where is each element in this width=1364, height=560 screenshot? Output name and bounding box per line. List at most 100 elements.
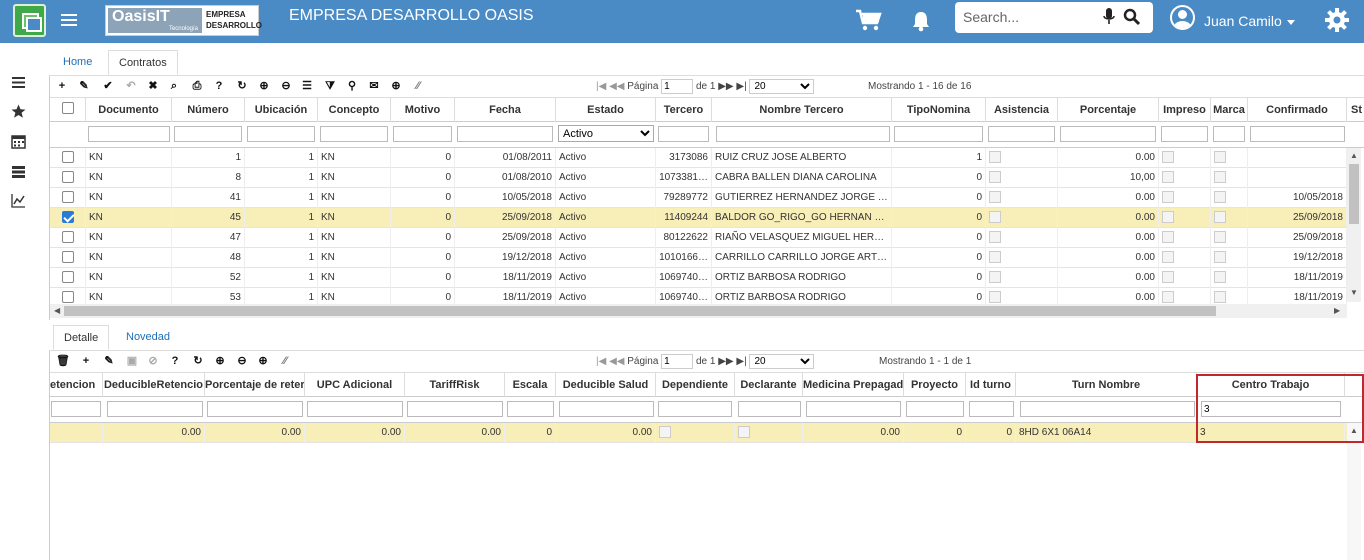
hscroll-thumb[interactable] — [64, 306, 1216, 316]
scroll-up-icon[interactable]: ▲ — [1350, 151, 1358, 160]
col-documento[interactable]: Documento — [86, 98, 172, 122]
filter-ubicacion[interactable] — [247, 126, 315, 142]
help-icon[interactable]: ? — [213, 80, 225, 92]
col-ubicacion[interactable]: Ubicación — [245, 98, 318, 122]
col-dependiente[interactable]: Dependiente — [656, 373, 735, 397]
edit-icon[interactable]: ✎ — [78, 80, 90, 92]
star-icon[interactable] — [11, 104, 26, 119]
col-numero[interactable]: Número — [172, 98, 245, 122]
row-checkbox[interactable] — [62, 231, 74, 243]
col-motivo[interactable]: Motivo — [391, 98, 455, 122]
col-tercero[interactable]: Tercero — [656, 98, 712, 122]
filter-dependiente[interactable] — [658, 401, 732, 417]
marca-checkbox[interactable] — [1214, 251, 1226, 263]
filter-icon[interactable]: ⧩ — [324, 80, 336, 92]
col-marca[interactable]: Marca — [1211, 98, 1248, 122]
add-circle-icon[interactable]: ⊕ — [257, 355, 269, 367]
asistencia-checkbox[interactable] — [989, 291, 1001, 303]
filter-tiponomina[interactable] — [894, 126, 983, 142]
detail-vertical-scrollbar[interactable]: ▲ — [1347, 423, 1361, 560]
zoom-in-icon[interactable]: ⊕ — [258, 80, 270, 92]
impreso-checkbox[interactable] — [1162, 191, 1174, 203]
impreso-checkbox[interactable] — [1162, 171, 1174, 183]
microphone-icon[interactable] — [1103, 8, 1115, 26]
select-all-checkbox[interactable] — [62, 102, 74, 114]
filter-documento[interactable] — [88, 126, 170, 142]
add-circle-icon[interactable]: ⊕ — [390, 80, 402, 92]
filter-medicina-prepagada[interactable] — [806, 401, 901, 417]
check-icon[interactable]: ✔ — [102, 80, 114, 92]
scroll-down-icon[interactable]: ▼ — [1350, 288, 1358, 297]
col-proyecto[interactable]: Proyecto — [904, 373, 966, 397]
server-icon[interactable] — [11, 164, 26, 179]
col-estado[interactable]: Estado — [556, 98, 656, 122]
prev-page-icon[interactable]: ◀◀ — [609, 356, 624, 367]
scroll-left-icon[interactable]: ◀ — [54, 306, 60, 315]
asistencia-checkbox[interactable] — [989, 271, 1001, 283]
col-st[interactable]: St — [1347, 98, 1364, 122]
col-porcentaje[interactable]: Porcentaje — [1058, 98, 1159, 122]
line-chart-icon[interactable] — [11, 193, 26, 208]
trash-icon[interactable]: 🗑 — [56, 355, 70, 367]
cart-icon[interactable] — [855, 9, 883, 31]
row-checkbox[interactable] — [62, 171, 74, 183]
col-deducible-retencion[interactable]: DeducibleRetencio — [103, 373, 205, 397]
filter-upc-adicional[interactable] — [307, 401, 403, 417]
search-icon[interactable]: ⌕ — [168, 80, 180, 92]
filter-numero[interactable] — [174, 126, 242, 142]
horizontal-scrollbar[interactable]: ◀ ▶ — [50, 304, 1347, 318]
marca-checkbox[interactable] — [1214, 291, 1226, 303]
row-checkbox[interactable] — [62, 251, 74, 263]
asistencia-checkbox[interactable] — [989, 231, 1001, 243]
mail-icon[interactable]: ✉ — [368, 80, 380, 92]
add-icon[interactable]: + — [80, 355, 92, 367]
app-launcher-button[interactable] — [13, 4, 46, 37]
chevron-down-icon[interactable] — [1287, 20, 1295, 25]
add-icon[interactable]: + — [56, 80, 68, 92]
asistencia-checkbox[interactable] — [989, 151, 1001, 163]
page-size-select[interactable]: 20 — [749, 79, 815, 94]
vertical-scrollbar[interactable]: ▲ ▼ — [1347, 148, 1361, 302]
refresh-icon[interactable]: ↻ — [192, 355, 204, 367]
prev-page-icon[interactable]: ◀◀ — [609, 81, 624, 92]
col-asistencia[interactable]: Asistencia — [986, 98, 1058, 122]
impreso-checkbox[interactable] — [1162, 151, 1174, 163]
table-row[interactable]: KN 48 1 KN 0 19/12/2018 Activo 1010166… CARRILLO… — [50, 248, 1347, 268]
calendar-icon[interactable] — [11, 134, 26, 149]
bell-icon[interactable] — [911, 10, 931, 32]
filter-escala[interactable] — [507, 401, 554, 417]
col-tariffrisk[interactable]: TariffRisk — [405, 373, 505, 397]
table-row[interactable]: KN 47 1 KN 0 25/09/2018 Activo 80122622 RIAÑO VE… — [50, 228, 1347, 248]
col-concepto[interactable]: Concepto — [318, 98, 391, 122]
filter-marca[interactable] — [1213, 126, 1245, 142]
marca-checkbox[interactable] — [1214, 271, 1226, 283]
impreso-checkbox[interactable] — [1162, 231, 1174, 243]
col-escala[interactable]: Escala — [505, 373, 556, 397]
next-page-icon[interactable]: ▶▶ — [718, 81, 733, 92]
page-size-select[interactable]: 20 — [749, 354, 815, 369]
filter-declarante[interactable] — [738, 401, 801, 417]
scroll-right-icon[interactable]: ▶ — [1334, 306, 1340, 315]
filter-retencion[interactable] — [51, 401, 101, 417]
help-icon[interactable]: ? — [169, 355, 181, 367]
marca-checkbox[interactable] — [1214, 151, 1226, 163]
table-row[interactable]: KN 41 1 KN 0 10/05/2018 Activo 79289772 GUTIERRE… — [50, 188, 1347, 208]
filter-asistencia[interactable] — [988, 126, 1055, 142]
print-icon[interactable]: ⎙ — [191, 80, 203, 92]
filter-fecha[interactable] — [457, 126, 553, 142]
resize-icon[interactable]: ⁄⁄ — [412, 80, 424, 92]
user-name[interactable]: Juan Camilo — [1204, 13, 1282, 29]
filter-id-turno[interactable] — [969, 401, 1014, 417]
zoom-in-icon[interactable]: ⊕ — [214, 355, 226, 367]
comment-icon[interactable]: ☰ — [301, 80, 313, 92]
impreso-checkbox[interactable] — [1162, 271, 1174, 283]
refresh-icon[interactable]: ↻ — [236, 80, 248, 92]
page-input[interactable] — [661, 354, 694, 369]
tab-contratos[interactable]: Contratos De Nomina -[ncnt]× — [108, 50, 178, 144]
declarante-checkbox[interactable] — [738, 426, 750, 438]
col-id-turno[interactable]: Id turno — [966, 373, 1016, 397]
filter-porcentaje[interactable] — [1060, 126, 1156, 142]
marca-checkbox[interactable] — [1214, 231, 1226, 243]
edit-icon[interactable]: ✎ — [103, 355, 115, 367]
col-tiponomina[interactable]: TipoNomina — [892, 98, 986, 122]
